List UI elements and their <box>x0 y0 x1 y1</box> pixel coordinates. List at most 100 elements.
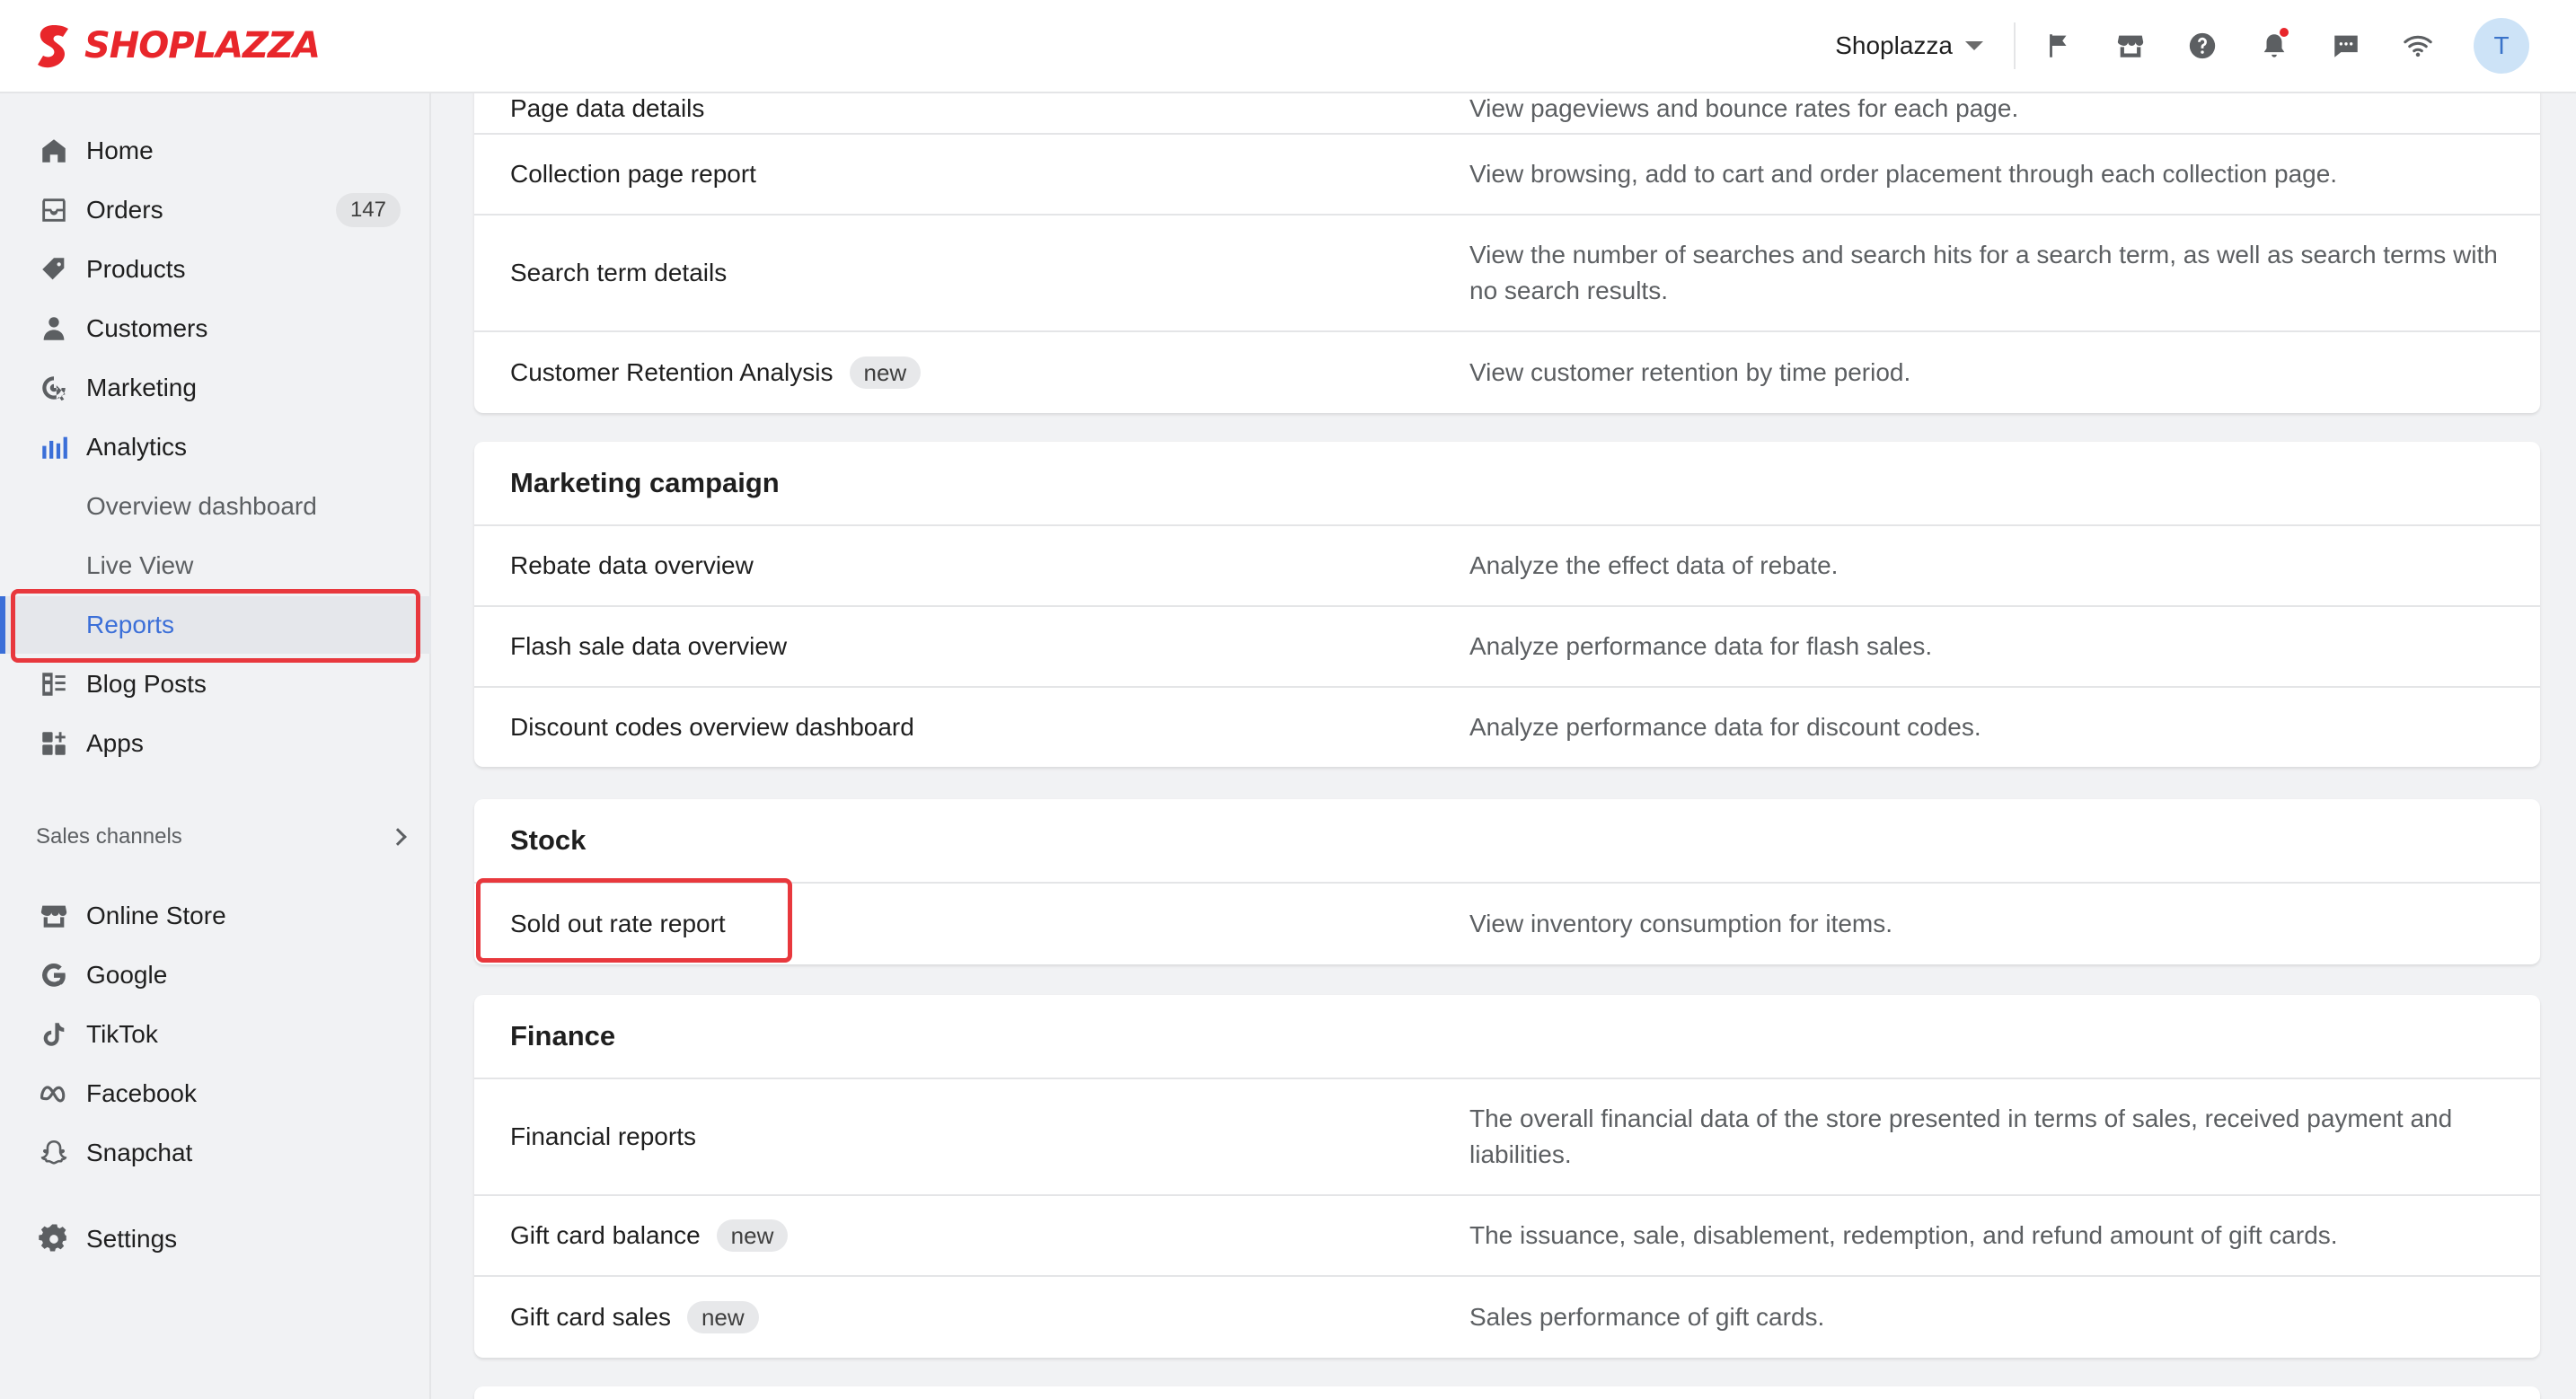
table-row[interactable]: Customer Retention Analysis new View cus… <box>474 332 2540 413</box>
notification-dot <box>2280 28 2289 37</box>
sales-channels-label: Sales channels <box>36 824 182 849</box>
table-row[interactable]: Flash sale data overview Analyze perform… <box>474 607 2540 688</box>
sidebar-item-analytics[interactable]: Analytics <box>0 418 431 476</box>
sidebar-item-label: Settings <box>86 1225 178 1253</box>
report-name: Gift card sales <box>510 1303 671 1331</box>
table-row[interactable]: Gift card balance new The issuance, sale… <box>474 1196 2540 1277</box>
chart-icon <box>38 431 70 463</box>
report-description: View the number of searches and search h… <box>1469 241 2498 304</box>
report-description: Sales performance of gift cards. <box>1469 1303 1825 1331</box>
flag-icon[interactable] <box>2042 30 2075 62</box>
chat-icon[interactable] <box>2330 30 2362 62</box>
sidebar-item-products[interactable]: Products <box>0 241 431 298</box>
sidebar-item-label: Online Store <box>86 902 226 929</box>
report-description: Analyze performance data for flash sales… <box>1469 632 1933 660</box>
sidebar: Home Orders 147 Products Customers Marke… <box>0 93 431 1399</box>
report-description: View browsing, add to cart and order pla… <box>1469 160 2338 188</box>
report-name: Flash sale data overview <box>510 632 788 660</box>
gear-icon <box>38 1223 70 1255</box>
sidebar-item-label: Google <box>86 961 168 989</box>
tiktok-icon <box>38 1018 70 1051</box>
report-name-with-tag: Gift card balance new <box>474 1219 1469 1252</box>
sidebar-item-reports[interactable]: Reports <box>0 596 431 654</box>
sidebar-item-blog-posts[interactable]: Blog Posts <box>0 656 431 713</box>
sidebar-item-customers[interactable]: Customers <box>0 300 431 357</box>
report-name: Discount codes overview dashboard <box>510 713 914 741</box>
avatar[interactable]: T <box>2474 18 2529 74</box>
new-tag: new <box>686 1301 759 1333</box>
sidebar-item-settings[interactable]: Settings <box>0 1210 431 1268</box>
sidebar-item-label: Reports <box>86 611 175 638</box>
table-row[interactable]: Page data details View pageviews and bou… <box>474 93 2540 135</box>
report-name: Financial reports <box>510 1122 696 1150</box>
table-row[interactable]: Gift card sales new Sales performance of… <box>474 1277 2540 1358</box>
report-description: View inventory consumption for items. <box>1469 910 1893 937</box>
report-description: Analyze the effect data of rebate. <box>1469 551 1839 579</box>
tag-icon <box>38 253 70 286</box>
report-name-with-tag: Gift card sales new <box>474 1301 1469 1333</box>
store-switcher[interactable]: Shoplazza <box>1835 22 2016 69</box>
sidebar-item-live-view[interactable]: Live View <box>0 537 431 594</box>
active-indicator <box>0 596 5 654</box>
reports-card-marketing: Marketing campaign Rebate data overview … <box>474 442 2540 767</box>
store-icon <box>38 900 70 932</box>
sidebar-item-home[interactable]: Home <box>0 122 431 180</box>
orders-icon <box>38 194 70 226</box>
sales-channels-header[interactable]: Sales channels <box>36 819 407 855</box>
sidebar-item-orders[interactable]: Orders 147 <box>0 181 431 239</box>
brand[interactable]: SHOPLAZZA <box>34 23 321 68</box>
reports-card-traffic: Page data details View pageviews and bou… <box>474 93 2540 413</box>
sidebar-item-label: Blog Posts <box>86 670 207 698</box>
report-name: Sold out rate report <box>510 910 726 937</box>
sidebar-item-label: Orders <box>86 196 163 224</box>
new-tag: new <box>716 1219 789 1252</box>
sidebar-item-label: Analytics <box>86 433 188 461</box>
sidebar-item-google[interactable]: Google <box>0 946 431 1004</box>
report-name: Customer Retention Analysis <box>510 358 834 386</box>
sidebar-item-marketing[interactable]: Marketing <box>0 359 431 417</box>
sidebar-item-label: Snapchat <box>86 1139 193 1166</box>
report-name: Page data details <box>510 94 705 122</box>
meta-icon <box>38 1078 70 1110</box>
sidebar-item-overview-dashboard[interactable]: Overview dashboard <box>0 478 431 535</box>
brand-name: SHOPLAZZA <box>84 25 321 66</box>
bell-icon[interactable] <box>2258 28 2290 62</box>
snapchat-icon <box>38 1137 70 1169</box>
store-icon[interactable] <box>2114 30 2147 62</box>
apps-icon <box>38 727 70 760</box>
google-icon <box>38 959 70 991</box>
marketing-icon <box>38 372 70 404</box>
help-icon[interactable] <box>2186 30 2219 62</box>
sidebar-item-tiktok[interactable]: TikTok <box>0 1006 431 1063</box>
sidebar-item-label: Home <box>86 136 154 164</box>
table-row[interactable]: Sold out rate report View inventory cons… <box>474 884 2540 964</box>
table-row[interactable]: Financial reports The overall financial … <box>474 1079 2540 1196</box>
sidebar-item-label: Customers <box>86 314 208 342</box>
table-row[interactable]: Collection page report View browsing, ad… <box>474 135 2540 216</box>
sidebar-item-online-store[interactable]: Online Store <box>0 887 431 945</box>
table-row[interactable]: Rebate data overview Analyze the effect … <box>474 526 2540 607</box>
report-description: Analyze performance data for discount co… <box>1469 713 1981 741</box>
new-tag: new <box>849 356 922 389</box>
wifi-icon[interactable] <box>2402 30 2434 62</box>
card-title: Stock <box>474 799 2540 884</box>
chevron-right-icon <box>389 828 407 846</box>
sidebar-item-label: Apps <box>86 729 144 757</box>
table-row[interactable]: Search term details View the number of s… <box>474 216 2540 332</box>
report-description: View pageviews and bounce rates for each… <box>1469 94 2019 122</box>
reports-card-finance: Finance Financial reports The overall fi… <box>474 995 2540 1358</box>
table-row[interactable]: Discount codes overview dashboard Analyz… <box>474 688 2540 767</box>
report-name-with-tag: Customer Retention Analysis new <box>474 356 1469 389</box>
report-description: View customer retention by time period. <box>1469 358 1911 386</box>
sidebar-item-label: Overview dashboard <box>86 492 317 520</box>
sidebar-item-facebook[interactable]: Facebook <box>0 1065 431 1122</box>
sidebar-item-snapchat[interactable]: Snapchat <box>0 1124 431 1182</box>
sidebar-item-label: TikTok <box>86 1020 158 1048</box>
report-name: Collection page report <box>510 160 756 188</box>
sidebar-item-apps[interactable]: Apps <box>0 715 431 772</box>
main-content: Page data details View pageviews and bou… <box>433 93 2576 1399</box>
sidebar-item-label: Live View <box>86 551 194 579</box>
report-name: Search term details <box>510 259 728 286</box>
report-name: Rebate data overview <box>510 551 754 579</box>
top-bar: SHOPLAZZA Shoplazza T <box>0 0 2576 93</box>
